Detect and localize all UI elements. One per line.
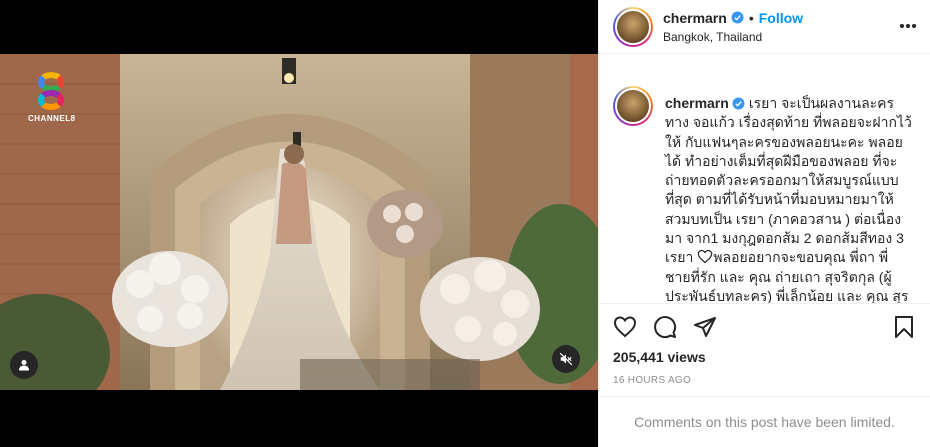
comment-icon[interactable] <box>653 315 677 339</box>
avatar[interactable] <box>613 6 653 47</box>
white-heart-icon <box>697 250 713 264</box>
follow-button[interactable]: Follow <box>759 10 803 26</box>
more-options-icon[interactable] <box>900 24 916 28</box>
post-media[interactable]: CHANNEL8 <box>0 0 598 447</box>
caption: chermarn เรยา จะเป็นผลงานละครทาง จอแก้ว เ… <box>665 94 916 303</box>
bookmark-icon[interactable] <box>892 315 916 339</box>
wedding-video-still <box>0 54 598 390</box>
caption-avatar[interactable] <box>613 86 653 126</box>
username-link[interactable]: chermarn <box>663 10 727 26</box>
channel-logo-text: CHANNEL8 <box>28 114 76 123</box>
tagged-users-button[interactable] <box>10 351 38 379</box>
caption-username[interactable]: chermarn <box>665 95 729 111</box>
action-bar <box>613 315 916 341</box>
share-icon[interactable] <box>693 315 717 339</box>
mute-button[interactable] <box>552 345 580 373</box>
channel-8-emblem <box>38 72 64 112</box>
verified-icon <box>732 97 745 110</box>
separator-dot: • <box>748 9 754 26</box>
mute-icon <box>559 352 573 366</box>
post-header: chermarn • Follow Bangkok, Thailand <box>599 0 930 54</box>
caption-scroll-area[interactable]: chermarn เรยา จะเป็นผลงานละครทาง จอแก้ว เ… <box>599 70 930 304</box>
post-side-panel: chermarn • Follow Bangkok, Thailand cher… <box>598 0 930 447</box>
channel-8-logo: CHANNEL8 <box>28 72 76 123</box>
user-tag-icon <box>19 360 29 371</box>
heart-icon[interactable] <box>613 315 637 339</box>
verified-icon <box>731 11 744 24</box>
comments-limited-notice: Comments on this post have been limited. <box>599 396 930 447</box>
location-link[interactable]: Bangkok, Thailand <box>663 30 803 44</box>
view-count[interactable]: 205,441 views <box>613 349 706 365</box>
caption-text-part-1: เรยา จะเป็นผลงานละครทาง จอแก้ว เรื่องสุด… <box>665 95 912 266</box>
video-frame[interactable]: CHANNEL8 <box>0 54 598 390</box>
post-timestamp[interactable]: 16 HOURS AGO <box>613 375 691 386</box>
